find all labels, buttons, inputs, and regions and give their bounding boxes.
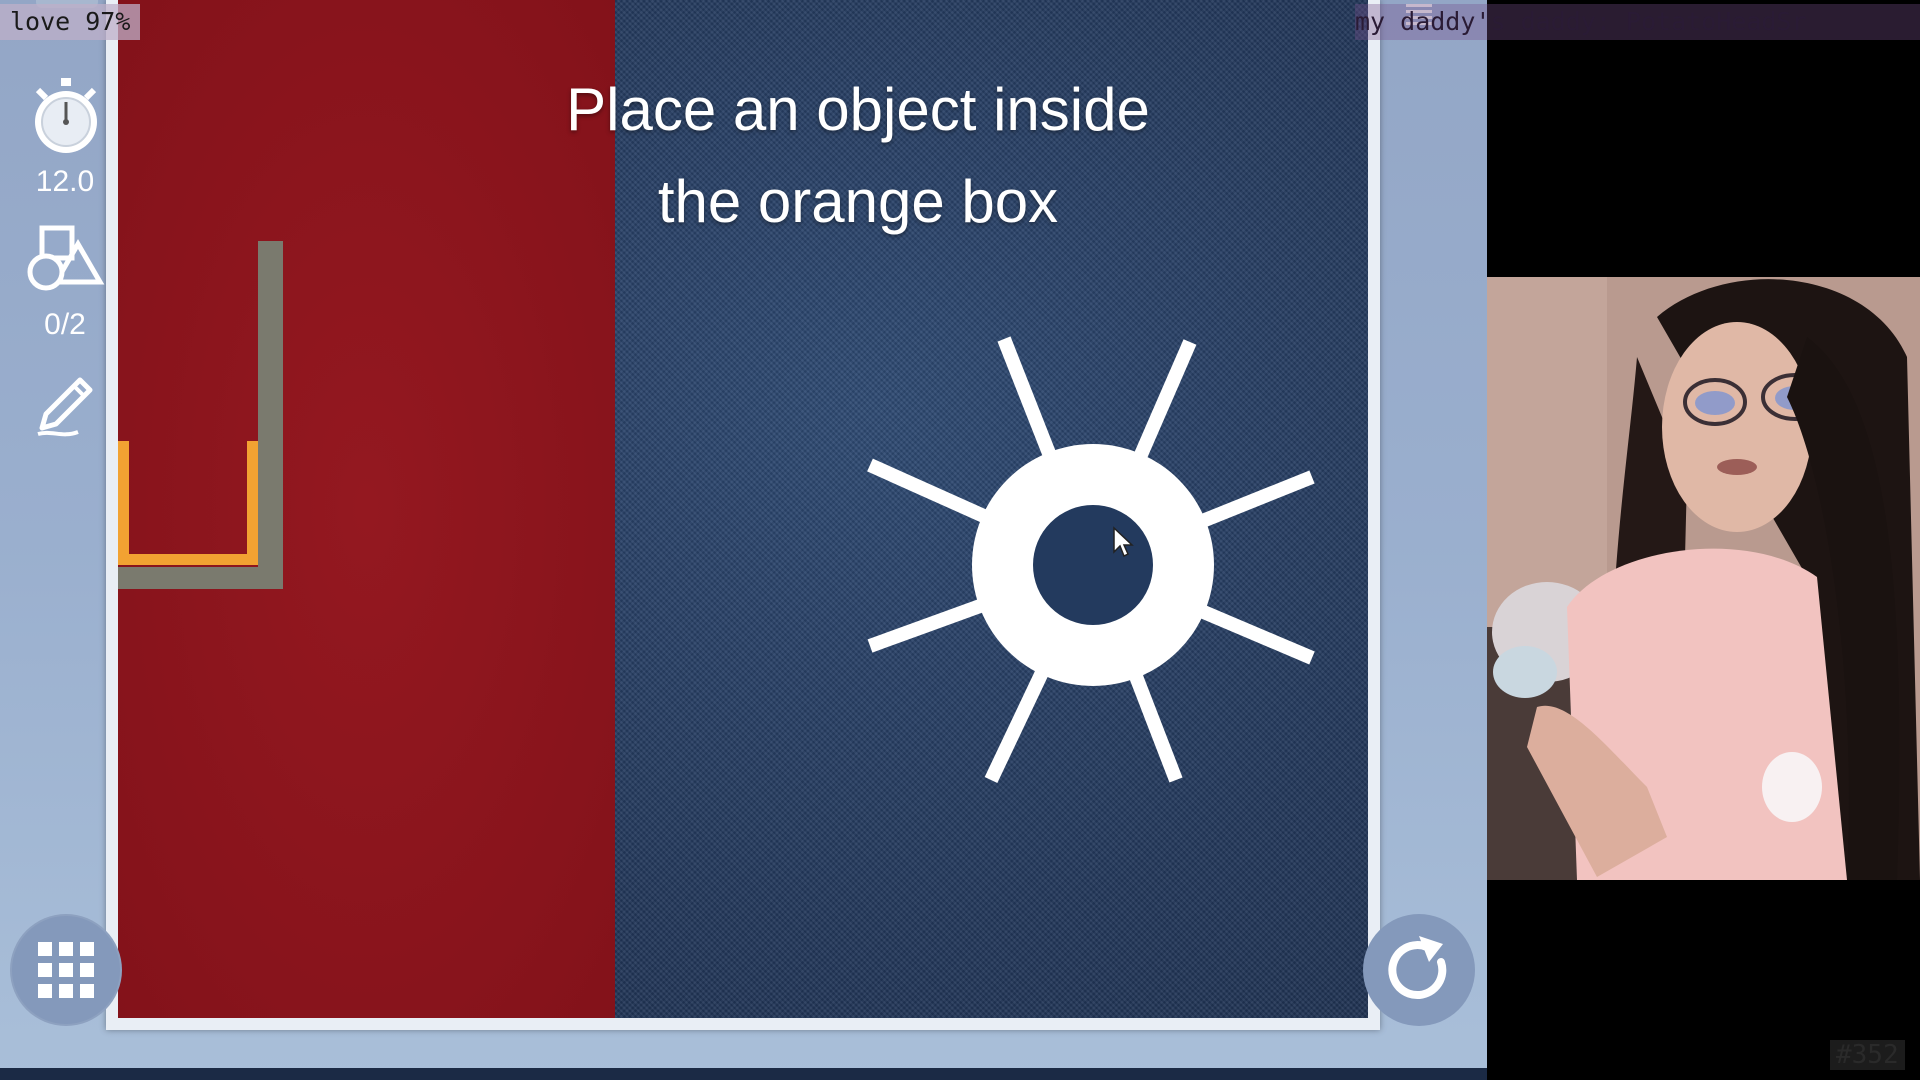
screen: Place an object inside the orange box 12… (0, 0, 1920, 1080)
restart-icon (1388, 936, 1447, 999)
timer-value: 12.0 (35, 165, 95, 198)
webcam-feed (1487, 277, 1920, 880)
instruction-line-1: Place an object inside (566, 76, 1150, 143)
instruction-line-2: the orange box (657, 168, 1059, 235)
shapes-icon (27, 225, 105, 291)
game-board[interactable]: Place an object inside the orange box (118, 0, 1368, 1018)
pencil-icon[interactable] (32, 370, 100, 438)
level-instruction: Place an object inside the orange box (418, 64, 1298, 248)
gray-wall (258, 241, 283, 589)
orange-target-box (118, 441, 258, 565)
sun-object[interactable] (858, 330, 1328, 800)
stopwatch-icon (35, 78, 97, 153)
shapes-count: 0/2 (44, 308, 86, 341)
grid-menu-icon (38, 942, 94, 998)
streamer-video (1487, 277, 1920, 880)
mouse-cursor-icon (1113, 526, 1134, 558)
game-window: Place an object inside the orange box 12… (0, 0, 1487, 1080)
episode-counter: #352 (1830, 1040, 1905, 1070)
love-meter: love 97% (0, 4, 141, 40)
game-bottom-strip (0, 1068, 1487, 1080)
restart-button[interactable] (1363, 914, 1475, 1026)
gray-floor (118, 567, 283, 589)
level-menu-button[interactable] (10, 914, 122, 1026)
chat-ticker: my daddy's daddy: PotatoHeadSr (1355, 4, 1920, 40)
